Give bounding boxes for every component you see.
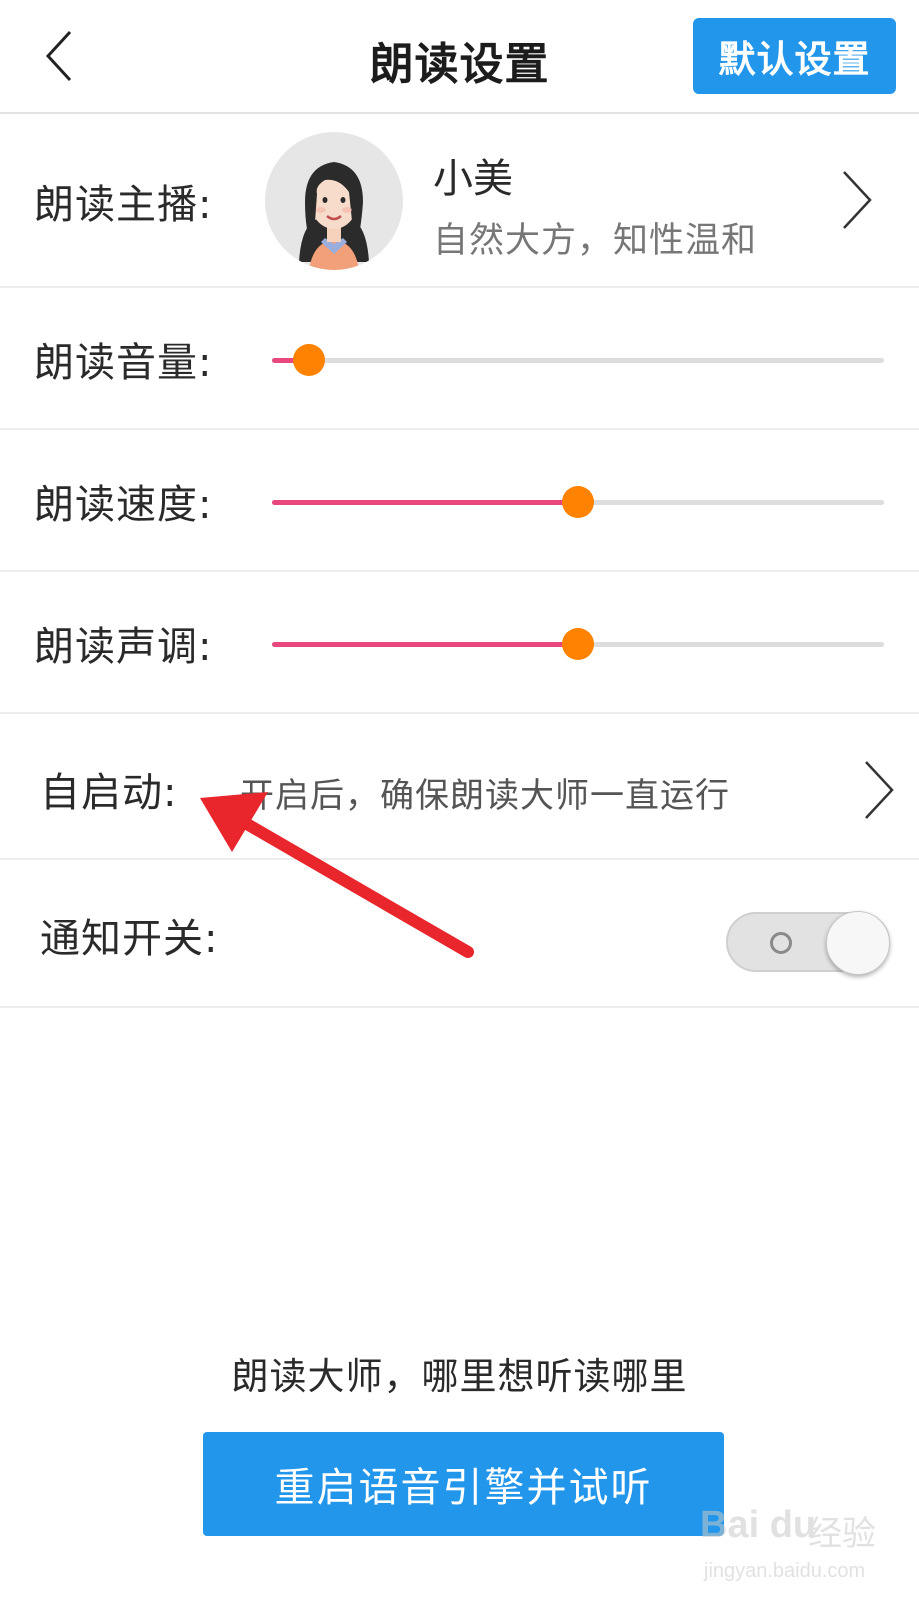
baidu-watermark: Bai du 经验 jingyan.baidu.com: [700, 1498, 900, 1598]
slider-track: [272, 358, 884, 363]
slider-fill: [272, 500, 578, 505]
chevron-right-icon[interactable]: [862, 758, 896, 822]
anchor-avatar: [265, 132, 403, 270]
notification-label: 通知开关:: [40, 916, 219, 962]
watermark-text: 经验: [808, 1514, 876, 1554]
chevron-right-icon[interactable]: [840, 168, 874, 232]
app-header: 朗读设置 默认设置: [0, 0, 919, 114]
pitch-slider[interactable]: [272, 624, 884, 664]
pitch-label: 朗读声调:: [34, 624, 213, 670]
restart-engine-button[interactable]: 重启语音引擎并试听: [203, 1432, 724, 1536]
watermark-logo: Bai du: [700, 1504, 817, 1546]
slider-thumb[interactable]: [292, 344, 325, 376]
toggle-knob[interactable]: [826, 911, 890, 975]
volume-slider[interactable]: [272, 340, 884, 380]
toggle-ring-icon: [770, 932, 792, 954]
notification-toggle[interactable]: [726, 911, 890, 975]
autostart-row[interactable]: 自启动: 开启后，确保朗读大师一直运行: [0, 714, 919, 860]
anchor-row[interactable]: 朗读主播: 小美 自然大方，知性温和: [0, 114, 919, 288]
anchor-name: 小美: [433, 156, 513, 202]
slider-thumb[interactable]: [562, 486, 594, 518]
speed-label: 朗读速度:: [34, 482, 213, 528]
volume-row: 朗读音量:: [0, 288, 919, 430]
avatar-illustration-icon: [265, 132, 403, 270]
watermark-url: jingyan.baidu.com: [704, 1560, 866, 1582]
anchor-label: 朗读主播:: [34, 182, 213, 228]
anchor-description: 自然大方，知性温和: [433, 221, 758, 261]
default-settings-button[interactable]: 默认设置: [693, 18, 896, 94]
autostart-label: 自启动:: [40, 770, 178, 816]
notification-row: 通知开关:: [0, 860, 919, 1008]
pitch-row: 朗读声调:: [0, 572, 919, 714]
slider-thumb[interactable]: [562, 628, 594, 660]
speed-row: 朗读速度:: [0, 430, 919, 572]
volume-label: 朗读音量:: [34, 340, 213, 386]
speed-slider[interactable]: [272, 482, 884, 522]
slogan-text: 朗读大师，哪里想听读哪里: [231, 1355, 688, 1398]
slider-fill: [272, 642, 578, 647]
autostart-description: 开启后，确保朗读大师一直运行: [240, 776, 730, 816]
